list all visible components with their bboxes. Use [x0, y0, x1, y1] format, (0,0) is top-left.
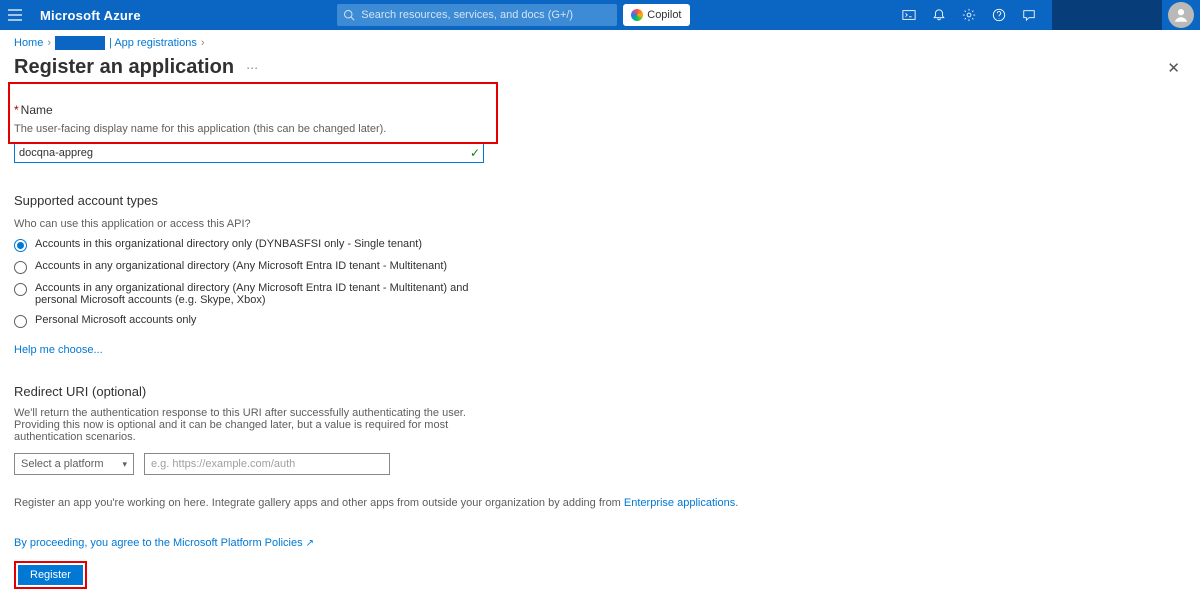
redirect-description: We'll return the authentication response… — [14, 407, 484, 443]
settings-icon[interactable] — [954, 0, 984, 30]
copilot-icon — [631, 9, 643, 21]
help-me-choose-link[interactable]: Help me choose... — [14, 344, 103, 356]
breadcrumb-home[interactable]: Home — [14, 37, 43, 49]
radio-icon[interactable] — [14, 315, 27, 328]
brand-label: Microsoft Azure — [40, 8, 141, 23]
radio-icon[interactable] — [14, 239, 27, 252]
breadcrumb-redacted — [55, 36, 105, 50]
chevron-down-icon: ▾ — [122, 459, 127, 470]
name-label: *Name — [14, 103, 1186, 117]
tenant-redacted — [1052, 0, 1162, 30]
radio-icon[interactable] — [14, 283, 27, 296]
account-types-subheading: Who can use this application or access t… — [14, 218, 1186, 230]
page-title: Register an application — [14, 56, 234, 79]
register-button[interactable]: Register — [18, 565, 83, 585]
external-link-icon: ↗ — [306, 538, 314, 549]
notifications-icon[interactable] — [924, 0, 954, 30]
footer-text: Register an app you're working on here. … — [14, 497, 1186, 509]
name-help-text: The user-facing display name for this ap… — [14, 123, 1186, 135]
search-box[interactable] — [337, 4, 617, 26]
content: *Name The user-facing display name for t… — [0, 87, 1200, 485]
radio-label: Accounts in this organizational director… — [35, 238, 422, 250]
account-type-option-1[interactable]: Accounts in this organizational director… — [14, 238, 1186, 252]
name-input-wrap: ✓ — [14, 143, 484, 163]
hamburger-menu[interactable] — [0, 9, 30, 21]
cloud-shell-icon[interactable] — [894, 0, 924, 30]
top-bar: Microsoft Azure Copilot — [0, 0, 1200, 30]
help-icon[interactable] — [984, 0, 1014, 30]
account-type-option-2[interactable]: Accounts in any organizational directory… — [14, 260, 1186, 274]
account-type-option-3[interactable]: Accounts in any organizational directory… — [14, 282, 1186, 306]
breadcrumb: Home › | App registrations › — [0, 30, 1200, 56]
copilot-button[interactable]: Copilot — [623, 4, 689, 26]
platform-dropdown[interactable]: Select a platform ▾ — [14, 453, 134, 475]
footer: Register an app you're working on here. … — [14, 497, 1186, 589]
name-input[interactable] — [14, 143, 484, 163]
breadcrumb-app-registrations[interactable]: | App registrations — [109, 37, 197, 49]
radio-label: Accounts in any organizational directory… — [35, 282, 495, 306]
page-header: Register an application ⋯ ✕ — [0, 56, 1200, 87]
search-container: Copilot — [337, 4, 689, 26]
chevron-right-icon: › — [201, 37, 205, 49]
policy-link[interactable]: By proceeding, you agree to the Microsof… — [14, 537, 1186, 549]
more-actions-button[interactable]: ⋯ — [246, 61, 260, 75]
platform-placeholder: Select a platform — [21, 458, 104, 470]
search-input[interactable] — [361, 9, 611, 21]
account-types-heading: Supported account types — [14, 193, 1186, 208]
search-icon — [343, 9, 355, 21]
redirect-heading: Redirect URI (optional) — [14, 384, 1186, 399]
redirect-row: Select a platform ▾ — [14, 453, 1186, 475]
check-icon: ✓ — [470, 146, 480, 160]
redirect-uri-input[interactable] — [144, 453, 390, 475]
enterprise-apps-link[interactable]: Enterprise applications — [624, 497, 735, 509]
feedback-icon[interactable] — [1014, 0, 1044, 30]
radio-icon[interactable] — [14, 261, 27, 274]
account-type-option-4[interactable]: Personal Microsoft accounts only — [14, 314, 1186, 328]
radio-label: Personal Microsoft accounts only — [35, 314, 196, 326]
copilot-label: Copilot — [647, 9, 681, 21]
chevron-right-icon: › — [47, 37, 51, 49]
radio-label: Accounts in any organizational directory… — [35, 260, 447, 272]
top-icons — [894, 0, 1200, 30]
close-icon[interactable]: ✕ — [1167, 59, 1180, 77]
user-avatar[interactable] — [1168, 2, 1194, 28]
highlight-frame-register: Register — [14, 561, 87, 589]
